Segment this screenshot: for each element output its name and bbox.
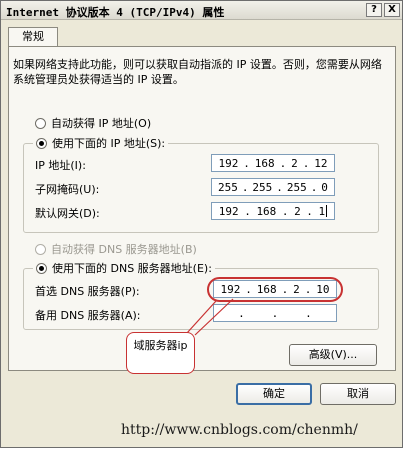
tcpip-properties-dialog: Internet 协议版本 4 (TCP/IPv4) 属性 ? X 常规 如果网… xyxy=(0,0,403,448)
cancel-button[interactable]: 取消 xyxy=(320,383,396,405)
advanced-button[interactable]: 高级(V)... xyxy=(289,344,377,366)
watermark-url: http://www.cnblogs.com/chenmh/ xyxy=(121,422,358,438)
ok-button[interactable]: 确定 xyxy=(236,383,312,405)
callout-leader-lines xyxy=(186,298,234,336)
annotation-callout: 域服务器ip xyxy=(126,332,195,374)
